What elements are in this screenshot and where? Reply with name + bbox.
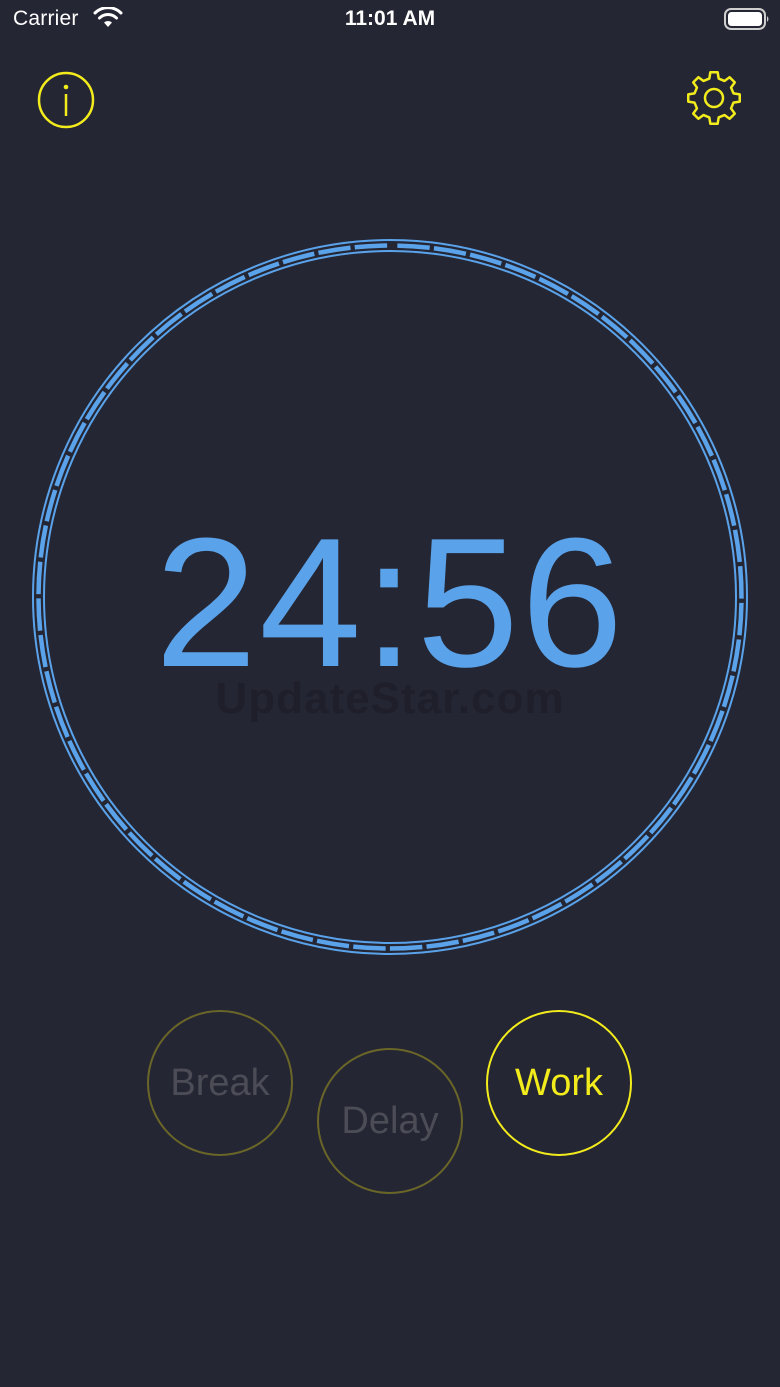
ring-progress-segment [246,916,279,933]
work-button-label: Work [515,1061,603,1104]
ring-progress-segment [316,938,350,949]
ring-progress-segment [711,458,728,491]
work-button[interactable]: Work [486,1010,632,1156]
settings-button[interactable] [684,68,744,128]
ring-progress-segment [354,243,388,250]
ring-progress-segment [504,262,537,280]
delay-button[interactable]: Delay [317,1048,463,1194]
ring-progress-segment [353,944,386,951]
timer-display: 24:56 [154,499,626,705]
ring-progress-segment [247,261,280,278]
delay-button-label: Delay [341,1099,439,1142]
ring-progress-segment [397,243,430,250]
ring-progress-segment [389,944,423,951]
gear-icon [687,71,741,125]
info-button[interactable] [36,70,96,130]
info-icon [37,71,95,129]
status-time: 11:01 AM [344,7,436,30]
status-bar: Carrier 11:01 AM [0,0,780,40]
break-button[interactable]: Break [147,1010,293,1156]
ring-progress-segment [433,246,467,256]
break-button-label: Break [170,1061,270,1104]
ring-progress-segment [497,917,530,934]
ring-progress-segment [426,939,460,949]
battery-icon [724,8,769,30]
ring-progress-segment [54,454,71,487]
ring-progress-segment [318,245,351,256]
